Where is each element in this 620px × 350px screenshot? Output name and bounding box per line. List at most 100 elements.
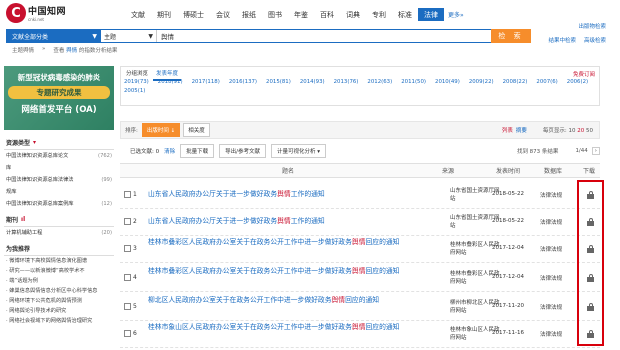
nav-item[interactable]: 百科 xyxy=(314,8,340,21)
row-checkbox[interactable] xyxy=(124,191,131,198)
sidebar-resource-item[interactable]: 中国法律知识资源总库案例库 (12) xyxy=(4,198,114,210)
next-page-icon[interactable]: › xyxy=(591,147,600,155)
cnki-logo[interactable]: C 中国知网 cnki.net xyxy=(6,3,66,23)
year-filter-link[interactable]: 2007(6) xyxy=(536,79,557,85)
per-page-option[interactable]: 20 xyxy=(576,128,584,134)
recommend-item[interactable]: · 网络社会视域下的网络舆情治理研究 xyxy=(4,316,114,326)
year-filter-link[interactable]: 2008(22) xyxy=(503,79,528,85)
recommend-item[interactable]: · 网络环境下公共危机的舆情预测 xyxy=(4,296,114,306)
nav-item[interactable]: 图书 xyxy=(262,8,288,21)
row-checkbox[interactable] xyxy=(124,218,131,225)
resource-count: (762) xyxy=(98,153,112,159)
resource-type-heading[interactable]: 资源类型 ▾ xyxy=(4,136,114,150)
header-download: 下载 xyxy=(583,168,596,175)
title-text: 工作的通知 xyxy=(290,190,325,198)
result-title-link[interactable]: 桂林市象山区人民政府办公室关于在政务公开工作中进一步做好政务舆情回应的通知 xyxy=(148,322,438,333)
year-filter-link[interactable]: 2015(81) xyxy=(266,79,291,85)
field-select[interactable]: 主题 ▼ xyxy=(101,30,157,42)
breadcrumb-suffix: 的指数分析结果 xyxy=(78,48,118,54)
nav-item[interactable]: 词典 xyxy=(340,8,366,21)
nav-item[interactable]: 会议 xyxy=(210,8,236,21)
covid-banner[interactable]: 新型冠状病毒感染的肺炎 专题研究成果 网络首发平台 (OA) xyxy=(4,66,114,130)
publication-search-link[interactable]: 出版物检索 xyxy=(578,22,606,30)
header-db[interactable]: 数据库 xyxy=(544,166,562,175)
scope-dropdown[interactable]: 文献全部分类 ▼ xyxy=(6,29,101,43)
sort-bar: 排序: 出版时间 ↓ 相关度 列表 摘要 每页显示: 10 20 50 xyxy=(120,121,600,139)
result-title-link[interactable]: 柳北区人民政府办公室关于在政务公开工作中进一步做好政务舆情回应的通知 xyxy=(148,295,438,306)
breadcrumb-theme[interactable]: 主题舆情 xyxy=(12,46,34,54)
visual-analysis-button[interactable]: 计量可视化分析 ▾ xyxy=(271,144,327,158)
recommend-item[interactable]: · 研究——以新浪微博“高校学术不 xyxy=(4,266,114,276)
subscribe-link[interactable]: 免费订阅 xyxy=(573,70,595,78)
export-button[interactable]: 导出/参考文献 xyxy=(219,144,266,158)
nav-item[interactable]: 专利 xyxy=(366,8,392,21)
batch-download-button[interactable]: 批量下载 xyxy=(180,144,215,158)
nav-item[interactable]: 标准 xyxy=(392,8,418,21)
result-title-link[interactable]: 桂林市叠彩区人民政府办公室关于在政务公开工作中进一步做好政务舆情回应的通知 xyxy=(148,237,438,248)
per-page-option[interactable]: 10 xyxy=(569,128,576,134)
year-filter-link[interactable]: 2011(50) xyxy=(401,79,426,85)
row-number: 3 xyxy=(133,245,137,252)
results-search-link[interactable]: 结果中检索 xyxy=(548,36,576,44)
nav-item[interactable]: 年鉴 xyxy=(288,8,314,21)
title-keyword: 舆情 xyxy=(351,267,366,275)
year-filter-link[interactable]: 2012(63) xyxy=(367,79,392,85)
clear-link[interactable]: 清除 xyxy=(164,147,175,155)
nav-item[interactable]: 期刊 xyxy=(151,8,177,21)
chevron-down-icon: ▼ xyxy=(148,32,153,40)
nav-item[interactable]: 文献 xyxy=(125,8,151,21)
view-summary-toggle[interactable]: 摘要 xyxy=(516,126,527,134)
result-title-link[interactable]: 山东省人民政府办公厅关于进一步做好政务舆情工作的通知 xyxy=(148,216,438,227)
year-filter-link[interactable]: 2005(1) xyxy=(124,88,145,94)
year-filter-link[interactable]: 2013(76) xyxy=(334,79,359,85)
search-button[interactable]: 检 索 xyxy=(491,29,531,43)
year-filter-link[interactable]: 2010(49) xyxy=(435,79,460,85)
recommend-item[interactable]: · 蜂巢信息舆情信息分析区中心科学信息 xyxy=(4,286,114,296)
header-source[interactable]: 来源 xyxy=(442,166,454,175)
row-checkbox[interactable] xyxy=(124,330,131,337)
banner-platform: 网络首发平台 (OA) xyxy=(21,105,97,115)
header-title[interactable]: 题名 xyxy=(282,166,294,175)
year-filter-link[interactable]: 2016(137) xyxy=(229,79,257,85)
nav-item[interactable]: 博硕士 xyxy=(177,8,210,21)
chevron-down-icon: ▼ xyxy=(92,32,97,40)
year-filter-link[interactable]: 2006(2) xyxy=(567,79,588,85)
sort-option[interactable]: 相关度 xyxy=(183,123,210,137)
sort-label: 排序: xyxy=(125,128,138,134)
nav-item[interactable]: 法律 xyxy=(418,8,444,21)
nav-more[interactable]: 更多» xyxy=(444,8,468,21)
year-filter-link[interactable]: 2019(73) xyxy=(124,79,149,85)
year-filter-link[interactable]: 2017(118) xyxy=(192,79,220,85)
view-list-toggle[interactable]: 列表 xyxy=(502,126,513,134)
row-checkbox[interactable] xyxy=(124,274,131,281)
advanced-search-link[interactable]: 高级检索 xyxy=(584,36,606,44)
sidebar-resource-item[interactable]: 中国法律知识资源总库法律法 (99) xyxy=(4,174,114,186)
nav-item[interactable]: 报纸 xyxy=(236,8,262,21)
table-row: 3 桂林市叠彩区人民政府办公室关于在政务公开工作中进一步做好政务舆情回应的通知 桂林… xyxy=(120,235,600,263)
recommend-item[interactable]: · 微博环境下高校舆情信息演化图谱 xyxy=(4,256,114,266)
result-title-link[interactable]: 山东省人民政府办公厅关于进一步做好政务舆情工作的通知 xyxy=(148,189,438,200)
recommend-item[interactable]: · 端”话题为例 xyxy=(4,276,114,286)
title-text: 桂林市叠彩区人民政府办公室关于在政务公开工作中进一步做好政务 xyxy=(148,267,352,275)
year-filter-link[interactable]: 2009(22) xyxy=(469,79,494,85)
sidebar-resource-item[interactable]: 规库 xyxy=(4,186,114,198)
row-checkbox[interactable] xyxy=(124,245,131,252)
recommend-item[interactable]: · 网络舆论引导技术的研究 xyxy=(4,306,114,316)
title-keyword: 舆情 xyxy=(351,238,366,246)
year-filter-link[interactable]: 2014(93) xyxy=(300,79,325,85)
journal-heading[interactable]: 期刊 ıl xyxy=(4,213,114,227)
sidebar-resource-item[interactable]: 库 xyxy=(4,162,114,174)
breadcrumb-keyword[interactable]: 舆情 xyxy=(66,48,77,54)
per-page-option[interactable]: 50 xyxy=(584,128,593,134)
result-database: 法律法规 xyxy=(540,305,563,311)
sidebar-journal-item[interactable]: 计算机辅助工程 (20) xyxy=(4,227,114,239)
search-input[interactable]: 舆情 xyxy=(157,30,491,42)
year-filter-link[interactable]: 2018(91) xyxy=(158,79,183,85)
result-title-link[interactable]: 桂林市叠彩区人民政府办公室关于在政务公开工作中进一步做好政务舆情回应的通知 xyxy=(148,266,438,277)
sort-option[interactable]: 出版时间 ↓ xyxy=(141,123,181,137)
row-checkbox[interactable] xyxy=(124,303,131,310)
search-links: 结果中检索 高级检索 xyxy=(548,36,606,44)
title-text: 山东省人民政府办公厅关于进一步做好政务 xyxy=(148,217,278,225)
header-date[interactable]: 发表时间 xyxy=(496,166,520,175)
sidebar-resource-item[interactable]: 中国法律知识资源总库论文 (762) xyxy=(4,150,114,162)
